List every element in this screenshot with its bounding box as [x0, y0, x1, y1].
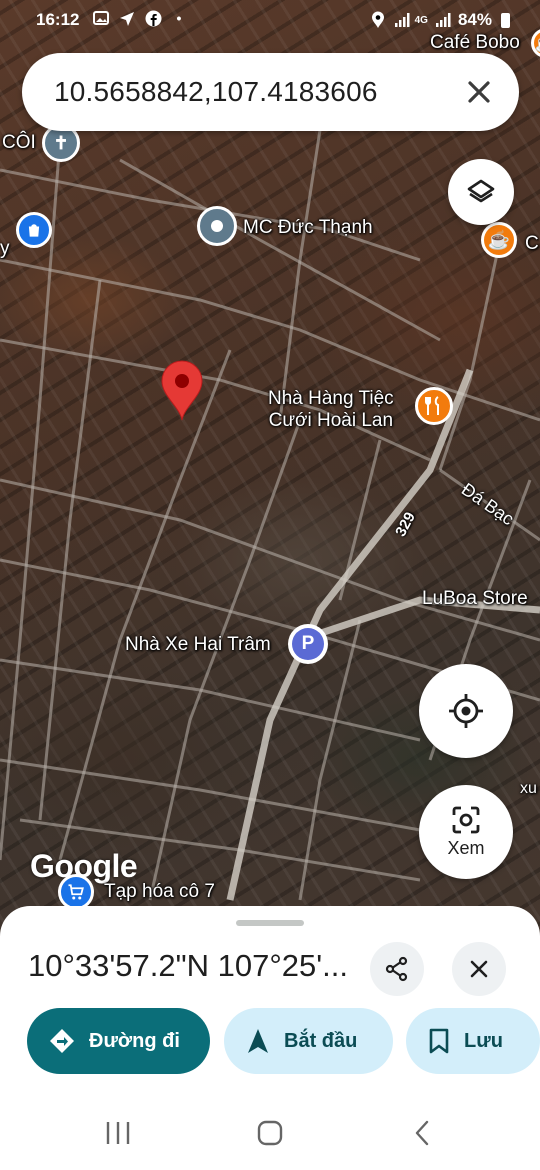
layers-icon	[467, 179, 495, 203]
signal-icon	[434, 11, 452, 29]
home-button[interactable]	[250, 1113, 290, 1153]
signal-icon	[393, 11, 411, 29]
label-y[interactable]: y	[0, 238, 10, 260]
label-nha-hang[interactable]: Nhà Hàng Tiệc Cưới Hoài Lan	[268, 388, 394, 432]
shop-icon[interactable]	[16, 212, 52, 248]
battery-percent: 84%	[457, 10, 492, 29]
system-nav-bar	[0, 1095, 540, 1170]
home-icon	[257, 1120, 283, 1146]
recents-button[interactable]	[98, 1113, 138, 1153]
close-icon[interactable]	[461, 74, 497, 110]
battery-icon	[501, 12, 510, 28]
share-button[interactable]	[370, 942, 424, 996]
facebook-icon	[144, 9, 162, 27]
parking-icon[interactable]: P	[288, 624, 328, 664]
label-cafe-partial[interactable]: C	[525, 233, 539, 255]
lens-label: Xem	[447, 838, 485, 858]
close-icon	[470, 960, 488, 978]
back-icon	[415, 1120, 429, 1146]
place-bottom-sheet[interactable]: 10°33'57.2"N 107°25'... Đường đi Bắt đầu…	[0, 906, 540, 1170]
navigation-icon	[248, 1029, 268, 1053]
status-bar: 16:12 • 4G 84%	[0, 0, 540, 40]
save-label: Lưu	[464, 1029, 503, 1052]
my-location-button[interactable]	[419, 664, 513, 758]
search-input[interactable]: 10.5658842,107.4183606	[54, 76, 378, 108]
label-mc-duc-thanh[interactable]: MC Đức Thạnh	[243, 217, 373, 239]
sheet-drag-handle[interactable]	[236, 920, 304, 926]
send-icon	[118, 9, 136, 27]
cafe-icon[interactable]: ☕	[481, 222, 517, 258]
network-type: 4G	[414, 14, 428, 26]
restaurant-icon[interactable]	[415, 387, 453, 425]
layers-button[interactable]	[448, 159, 514, 225]
location-icon	[369, 11, 387, 29]
directions-button[interactable]: Đường đi	[27, 1008, 210, 1074]
label-tap-hoa[interactable]: Tạp hóa cô 7	[104, 881, 215, 903]
label-nha-hang-line1: Nhà Hàng Tiệc	[268, 388, 394, 409]
search-bar[interactable]: 10.5658842,107.4183606	[22, 53, 519, 131]
label-luboa-store[interactable]: LuBoa Store	[422, 588, 528, 610]
lens-button[interactable]: Xem	[419, 785, 513, 879]
start-button[interactable]: Bắt đầu	[224, 1008, 393, 1074]
directions-icon	[50, 1029, 74, 1053]
my-location-icon	[449, 694, 483, 728]
parking-letter: P	[292, 628, 324, 660]
photo-icon	[92, 9, 110, 27]
share-icon	[385, 956, 408, 982]
status-time: 16:12	[36, 10, 80, 29]
label-nha-xe[interactable]: Nhà Xe Hai Trâm	[125, 634, 271, 656]
directions-label: Đường đi	[89, 1029, 180, 1052]
place-icon[interactable]	[197, 206, 237, 246]
bookmark-icon	[429, 1028, 449, 1054]
back-button[interactable]	[402, 1113, 442, 1153]
save-button[interactable]: Lưu	[406, 1008, 540, 1074]
label-coi[interactable]: CÔI	[2, 132, 36, 154]
lens-icon	[452, 806, 480, 834]
label-xu-partial[interactable]: xu	[520, 780, 537, 798]
close-sheet-button[interactable]	[452, 942, 506, 996]
coordinates-title: 10°33'57.2"N 107°25'...	[28, 948, 348, 983]
label-nha-hang-line2: Cưới Hoài Lan	[268, 410, 394, 431]
cart-icon[interactable]	[58, 874, 94, 910]
recents-icon	[106, 1122, 130, 1144]
location-pin-icon[interactable]	[159, 360, 205, 422]
dot-icon: •	[176, 10, 182, 26]
start-label: Bắt đầu	[284, 1029, 358, 1052]
